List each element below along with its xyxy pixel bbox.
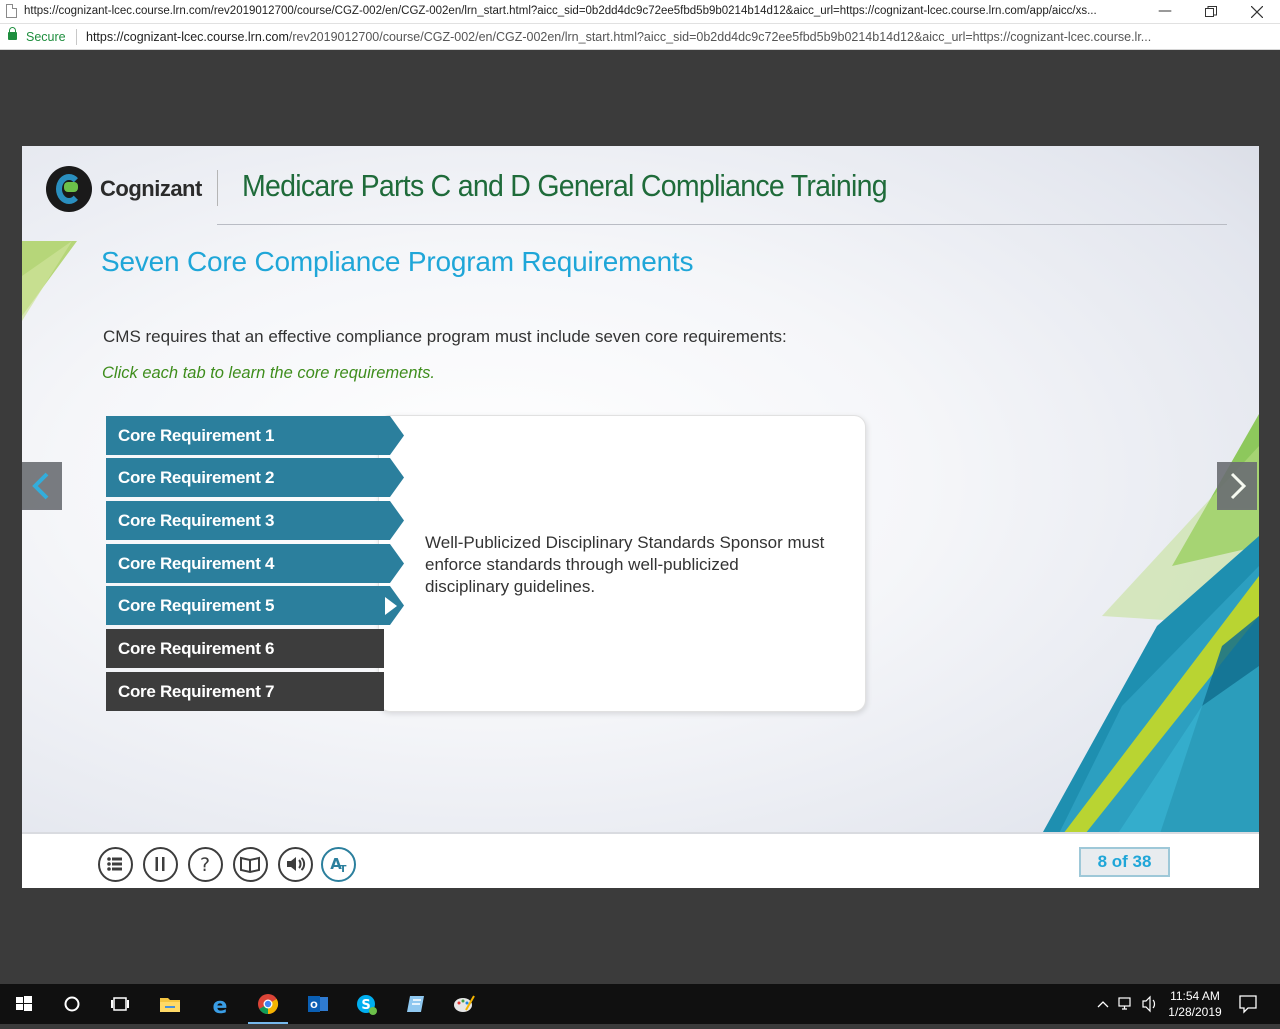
previous-slide-button[interactable] — [22, 462, 62, 510]
restore-button[interactable] — [1188, 0, 1234, 24]
chevron-up-icon — [1097, 1001, 1109, 1008]
minimize-button[interactable]: — — [1142, 0, 1188, 24]
help-button[interactable]: ? — [188, 847, 223, 882]
notes-app-button[interactable] — [392, 984, 440, 1024]
lock-icon — [8, 27, 17, 40]
url-field[interactable]: https://cognizant-lcec.course.lrn.com/re… — [86, 30, 1272, 44]
system-clock[interactable]: 11:54 AM 1/28/2019 — [1160, 988, 1230, 1020]
outlook-icon: O — [308, 996, 328, 1012]
menu-button[interactable] — [98, 847, 133, 882]
file-explorer-button[interactable] — [146, 984, 194, 1024]
header-divider — [217, 170, 218, 206]
tab-core-requirement-3[interactable]: Core Requirement 3 — [106, 501, 404, 540]
windows-logo-icon — [16, 996, 32, 1011]
tab-core-requirement-7[interactable]: Core Requirement 7 — [106, 672, 384, 711]
tab-core-requirement-2[interactable]: Core Requirement 2 — [106, 458, 404, 497]
glossary-book-icon — [240, 856, 260, 874]
paint-palette-icon — [454, 995, 475, 1012]
tab-label: Core Requirement 2 — [118, 468, 275, 487]
notification-icon — [1239, 995, 1257, 1014]
svg-text:e: e — [213, 994, 228, 1016]
folder-icon — [160, 998, 180, 1012]
search-button[interactable] — [48, 984, 96, 1024]
restore-icon — [1205, 6, 1217, 17]
volume-icon — [1142, 995, 1156, 1013]
pause-button[interactable] — [143, 847, 178, 882]
skype-icon: S — [357, 995, 377, 1015]
network-button[interactable] — [1116, 984, 1136, 1024]
tab-core-requirement-6[interactable]: Core Requirement 6 — [106, 629, 384, 668]
text-size-button[interactable]: AT — [321, 847, 356, 882]
task-view-button[interactable] — [96, 984, 144, 1024]
taskbar: e O S 11:54 AM 1/28/2019 — [0, 984, 1280, 1024]
window-title: https://cognizant-lcec.course.lrn.com/re… — [24, 5, 1097, 17]
instruction-text: Click each tab to learn the core require… — [102, 364, 435, 382]
audio-icon — [287, 857, 306, 871]
selected-arrow-icon — [385, 597, 397, 615]
tab-core-requirement-4[interactable]: Core Requirement 4 — [106, 544, 404, 583]
show-hidden-icons-button[interactable] — [1096, 984, 1110, 1024]
menu-icon — [107, 857, 122, 871]
skype-button[interactable]: S — [342, 984, 390, 1024]
tab-label: Core Requirement 4 — [118, 554, 275, 573]
outlook-button[interactable]: O — [294, 984, 342, 1024]
tab-label: Core Requirement 5 — [118, 596, 275, 615]
pause-icon — [155, 857, 165, 871]
course-player: Cognizant Medicare Parts C and D General… — [22, 146, 1259, 888]
address-bar[interactable]: Secure https://cognizant-lcec.course.lrn… — [0, 24, 1280, 50]
chevron-left-icon — [32, 472, 49, 500]
address-separator — [76, 29, 77, 45]
url-path: /rev2019012700/course/CGZ-002/en/CGZ-002… — [288, 30, 1152, 44]
tab-label: Core Requirement 3 — [118, 511, 275, 530]
tab-label: Core Requirement 1 — [118, 426, 275, 445]
network-icon — [1118, 997, 1131, 1010]
next-slide-button[interactable] — [1217, 462, 1257, 510]
slide-title: Seven Core Compliance Program Requiremen… — [101, 246, 694, 277]
cognizant-logo — [46, 166, 92, 212]
volume-button[interactable] — [1140, 984, 1160, 1024]
chrome-icon — [258, 994, 279, 1015]
brand-name: Cognizant — [100, 176, 202, 201]
page-icon — [6, 4, 17, 18]
svg-text:?: ? — [200, 854, 210, 876]
player-footer: ? AT 8 of 38 — [22, 832, 1259, 888]
paint-app-button[interactable] — [440, 984, 488, 1024]
tab-core-requirement-1[interactable]: Core Requirement 1 — [106, 416, 404, 455]
svg-text:O: O — [310, 1001, 318, 1011]
action-center-button[interactable] — [1236, 984, 1260, 1024]
glossary-button[interactable] — [233, 847, 268, 882]
svg-text:T: T — [340, 864, 347, 875]
chrome-button[interactable] — [244, 984, 292, 1024]
task-view-icon — [111, 997, 129, 1011]
clock-time: 11:54 AM — [1170, 989, 1220, 1003]
clock-date: 1/28/2019 — [1168, 1005, 1222, 1019]
content-text: Well-Publicized Disciplinary Standards S… — [425, 533, 825, 596]
cortana-circle-icon — [64, 996, 80, 1012]
notepad-icon — [407, 996, 424, 1012]
edge-button[interactable]: e — [196, 984, 244, 1024]
tab-label: Core Requirement 7 — [118, 682, 275, 701]
intro-text: CMS requires that an effective complianc… — [103, 327, 787, 346]
tab-core-requirement-5[interactable]: Core Requirement 5 — [106, 586, 404, 625]
header-rule — [217, 224, 1227, 225]
close-button[interactable] — [1234, 0, 1280, 24]
text-icon: AT — [330, 855, 347, 875]
tab-label: Core Requirement 6 — [118, 639, 275, 658]
chevron-right-icon — [1230, 472, 1247, 500]
course-title: Medicare Parts C and D General Complianc… — [242, 168, 888, 203]
browser-title-bar: https://cognizant-lcec.course.lrn.com/re… — [0, 0, 1280, 24]
edge-icon: e — [213, 994, 228, 1016]
audio-button[interactable] — [278, 847, 313, 882]
url-host: https://cognizant-lcec.course.lrn.com — [86, 30, 289, 44]
page-indicator: 8 of 38 — [1079, 847, 1170, 877]
secure-label: Secure — [26, 30, 66, 44]
close-icon — [1250, 5, 1264, 19]
help-icon: ? — [200, 854, 210, 876]
start-button[interactable] — [0, 984, 48, 1024]
